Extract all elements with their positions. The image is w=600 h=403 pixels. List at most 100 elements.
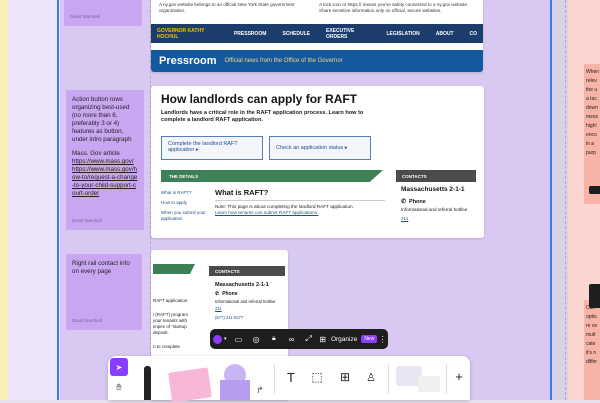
body-line: deposit. [153,330,169,335]
gov-notice-left: A ny.gov website belongs to an official … [159,2,295,13]
side-tool-stub[interactable] [589,186,600,194]
nav-item[interactable]: PRESSROOM [234,31,267,37]
side-link[interactable]: What is RAFT? [161,190,211,196]
fragment: relev [586,78,597,84]
fragment: cate [586,341,596,347]
raft-intro: Landlords have a critical role in the RA… [161,110,364,123]
fragment: purp [586,150,597,156]
nav-item[interactable]: ABOUT [436,31,454,37]
phone-icon: ✆ [401,199,407,205]
site-navbar: GOVERNOR KATHY HOCHUL PRESSROOM SCHEDULE… [151,24,483,43]
nav-item[interactable]: LEGISLATION [386,31,419,37]
sticky-note-pink[interactable]: When relev the u a tac down mess highl e… [584,64,600,204]
section-title: What is RAFT? [215,188,269,197]
stamp-tool-icon[interactable]: ♙ [360,366,382,388]
contact-block: Massachusetts 2-1-1 ✆ Phone Informationa… [401,186,481,221]
sticky-note[interactable]: Right rail contact info on every page Da… [66,254,142,330]
canvas-left-area [0,0,60,400]
sticky-note[interactable]: David Marshall [64,0,142,26]
fragment: highl [586,123,597,129]
nav-item[interactable]: GOVERNOR KATHY HOCHUL [157,28,218,40]
pressroom-title: Pressroom [159,55,217,67]
shape-style-icon[interactable]: ▭ [230,329,248,349]
sticky-author: David Marshall [70,14,100,19]
canvas-yellow-strip [0,0,8,400]
color-picker[interactable]: ▾ [210,329,230,349]
screenshot-card-ny-pressroom[interactable]: A ny.gov website belongs to an official … [151,0,483,72]
fragment: a tac [586,96,597,102]
sticky-text-fragment: When relev the u a tac down mess highl e… [586,68,600,158]
add-icon[interactable]: + [450,366,468,386]
sticky-note[interactable]: Action button rows organizing best-used … [66,90,144,230]
phone-number[interactable]: 211 [215,306,285,311]
details-side-nav: What is RAFT? How to apply When you subm… [161,190,211,222]
fragment: re ov [586,323,598,329]
pressroom-banner: Pressroom Official news from the Office … [151,50,483,72]
shape-square-icon[interactable] [220,380,250,400]
sticky-link[interactable]: https://www.mass.gov/how-to/request-a-ch… [72,166,137,197]
fragment: down [586,105,598,111]
sticky-text: Action button rows organizing best-used … [72,96,132,143]
phone-number[interactable]: 211 [401,216,481,221]
pen-tool-icon[interactable] [144,366,151,400]
context-toolbar: ▾ ▭ ◎ 🔒︎ ∞ ⤢ ⊞ Organize New ⋮ [210,329,388,349]
connector-tool-icon[interactable]: ↱ [254,384,266,396]
expand-icon[interactable]: ⤢ [301,329,317,349]
select-tool-icon[interactable]: ➤ [110,358,128,376]
nav-item[interactable]: CO [470,31,478,37]
fragment: optio [586,314,597,320]
visibility-icon[interactable]: ◎ [247,329,265,349]
guide-dashed-line [565,0,566,400]
complete-application-button[interactable]: Complete the landlord RAFT application ▸ [161,136,263,160]
sticky-text-fragment: Curr optio re ov mult cate it's n differ [586,304,598,367]
sticky-link[interactable]: https://www.mass.gov/ [72,158,134,165]
widgets-icon[interactable] [418,376,440,392]
phone-icon: ✆ [215,291,220,297]
fragment: differ [586,359,598,365]
nav-item[interactable]: EXECUTIVE ORDERS [326,28,370,40]
organize-button[interactable]: Organize [331,336,357,343]
nav-item[interactable]: SCHEDULE [282,31,310,37]
link-icon[interactable]: ∞ [283,329,301,349]
screenshot-card-raft[interactable]: How landlords can apply for RAFT Landlor… [151,86,484,238]
gov-notice-right: A lock icon or https:// means you've saf… [319,2,469,13]
side-tool-stub[interactable] [589,284,600,308]
sticky-text: Right rail contact info on every page [72,260,130,275]
sticky-author: David Marshall [72,318,102,323]
sticky-text: Mass. Gov article [72,150,120,157]
more-icon[interactable]: ⋮ [377,329,388,349]
fragment: mess [586,114,598,120]
sticky-note-tool-icon[interactable] [168,367,212,403]
fragment: enco [586,132,597,138]
text-tool-icon[interactable]: T [280,366,302,388]
side-link[interactable]: When you submit your application [161,210,211,222]
note-link[interactable]: Learn how tenants can submit RAFT applic… [215,210,385,216]
fragment: When [586,69,600,75]
table-tool-icon[interactable]: ⊞ [334,366,356,388]
contact-block: Massachusetts 2-1-1 ✆ Phone Informationa… [215,282,285,320]
sticky-author: David Marshall [72,218,102,223]
frame-tool-icon[interactable]: ⬚ [306,366,328,388]
body-line: n to complete [153,344,181,349]
check-status-button[interactable]: Check an application status ▸ [269,136,371,160]
contact-name: Massachusetts 2-1-1 [401,186,465,193]
divider [388,364,389,394]
lock-icon[interactable]: 🔒︎ [265,329,283,349]
chevron-down-icon: ▾ [224,336,227,342]
phone-number[interactable]: (877) 211-6277 [215,315,285,320]
fragment: the u [586,87,598,93]
fragment: it's n [586,350,597,356]
body-line: RAFT application. [153,298,189,303]
hand-tool-icon[interactable]: ✋︎ [110,378,128,396]
details-bar: THE DETAILS [161,170,383,182]
side-link[interactable]: How to apply [161,200,211,206]
sticky-note-pink[interactable]: Curr optio re ov mult cate it's n differ [584,300,600,400]
section-border-right [550,0,552,400]
phone-desc: Informational and referral hotline [215,299,276,304]
grid-icon[interactable]: ⊞ [317,329,329,349]
creation-toolbar: ➤ ✋︎ ↱ T ⬚ ⊞ ♙ + [108,356,470,403]
divider [274,364,275,394]
contact-name: Massachusetts 2-1-1 [215,282,269,288]
fragment: in a [586,141,595,147]
divider [215,200,385,201]
